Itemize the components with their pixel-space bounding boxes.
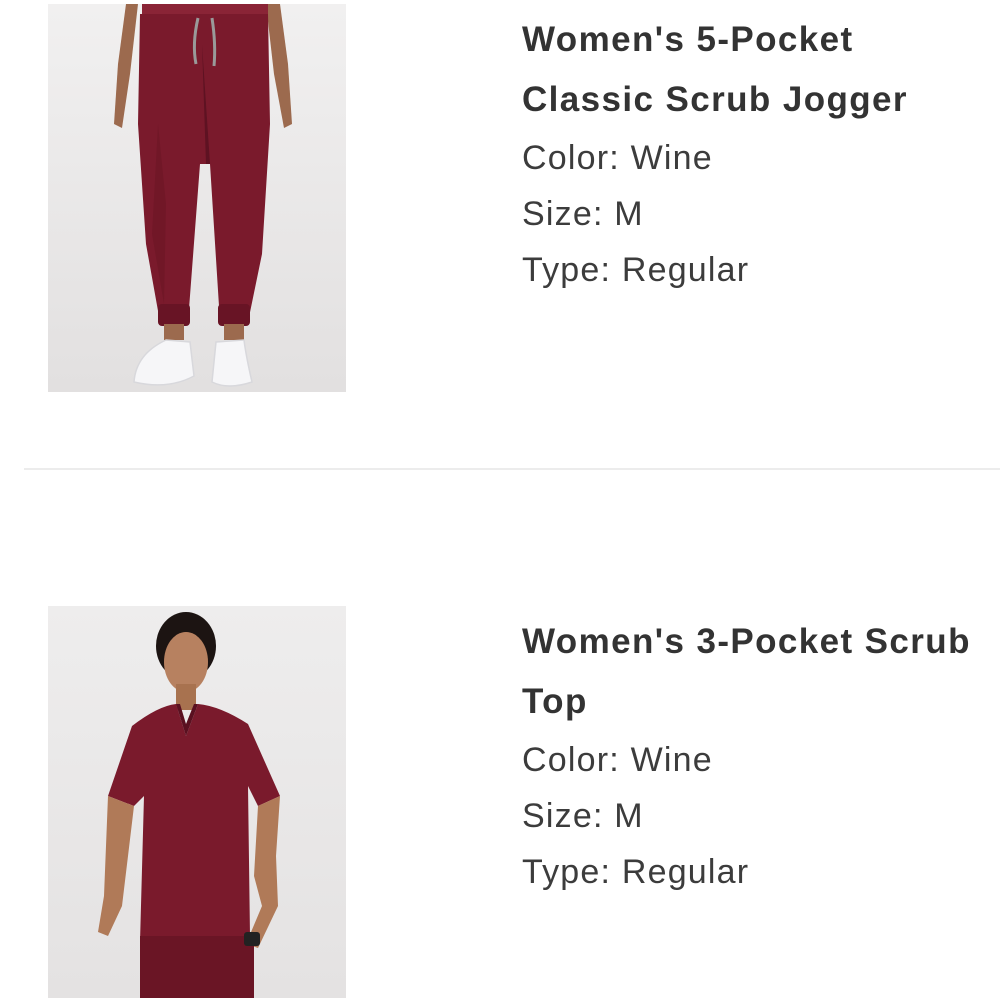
product-image-top[interactable] [48,606,346,998]
type-label: Type: [522,251,612,289]
product-image-jogger[interactable] [48,4,346,392]
product-size: Size: M [522,186,992,242]
color-label: Color: [522,139,620,177]
order-item: Women's 5-Pocket Classic Scrub Jogger Co… [0,0,1000,400]
size-value: M [614,797,644,835]
jogger-photo-illustration [48,4,346,392]
product-type: Type: Regular [522,242,992,298]
product-type: Type: Regular [522,844,992,900]
type-label: Type: [522,853,612,891]
color-value: Wine [630,139,713,177]
item-divider [24,468,1000,470]
product-color: Color: Wine [522,732,992,788]
size-label: Size: [522,797,604,835]
order-item: Women's 3-Pocket Scrub Top Color: Wine S… [0,600,1000,1000]
color-value: Wine [630,741,713,779]
size-value: M [614,195,644,233]
product-size: Size: M [522,788,992,844]
product-title[interactable]: Women's 5-Pocket Classic Scrub Jogger [522,10,992,130]
product-color: Color: Wine [522,130,992,186]
product-title[interactable]: Women's 3-Pocket Scrub Top [522,612,992,732]
type-value: Regular [621,251,750,289]
product-details: Women's 5-Pocket Classic Scrub Jogger Co… [522,10,992,298]
color-label: Color: [522,741,620,779]
size-label: Size: [522,195,604,233]
type-value: Regular [621,853,750,891]
top-photo-illustration [48,606,346,998]
product-details: Women's 3-Pocket Scrub Top Color: Wine S… [522,612,992,900]
